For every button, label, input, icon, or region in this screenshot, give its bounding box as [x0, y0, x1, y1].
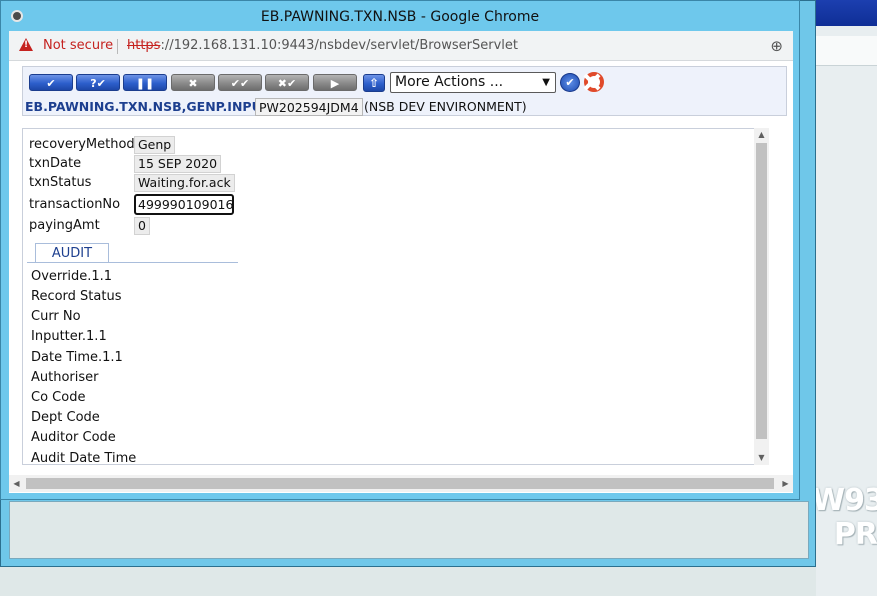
- audit-item-audit-date-time: Audit Date Time: [31, 451, 137, 465]
- reverse-button[interactable]: ✖✔: [265, 74, 309, 91]
- address-bar[interactable]: Not secure https://192.168.131.10:9443/n…: [9, 31, 793, 61]
- url-text[interactable]: https://192.168.131.10:9443/nsbdev/servl…: [127, 31, 518, 61]
- audit-item-curr-no: Curr No: [31, 309, 81, 324]
- arrow-up-icon: ⇧: [368, 76, 380, 90]
- validate-icon: ?✔: [90, 77, 106, 90]
- field-value-recovery-method: Genp: [134, 136, 176, 154]
- scroll-down-icon[interactable]: ▼: [754, 451, 769, 465]
- field-label-recovery-method: recoveryMethod: [29, 137, 135, 152]
- authorise-icon: ✔✔: [230, 77, 250, 90]
- hold-icon: ❚❚: [135, 77, 155, 90]
- scroll-thumb[interactable]: [756, 143, 767, 439]
- form-vertical-scrollbar[interactable]: ▲ ▼: [754, 128, 769, 465]
- scroll-right-icon[interactable]: ▶: [778, 475, 793, 492]
- more-actions-select[interactable]: More Actions ... ▼: [390, 72, 556, 93]
- audit-item-inputter: Inputter.1.1: [31, 329, 107, 344]
- field-value-txn-status: Waiting.for.ack: [134, 174, 235, 192]
- chrome-icon: [11, 10, 23, 22]
- check-icon: ✔: [565, 76, 575, 89]
- more-actions-value: More Actions ...: [395, 74, 504, 90]
- environment-label: (NSB DEV ENVIRONMENT): [364, 99, 527, 114]
- transaction-id[interactable]: PW202594JDM4: [255, 98, 363, 116]
- application-name: EB.PAWNING.TXN.NSB,GENP.INPUT: [25, 99, 271, 114]
- desktop-watermark: W93 PR: [812, 484, 877, 552]
- chevron-down-icon: ▼: [542, 77, 550, 88]
- hold-button[interactable]: ❚❚: [123, 74, 167, 91]
- url-scheme: https: [127, 38, 161, 53]
- return-up-button[interactable]: ⇧: [363, 74, 385, 92]
- help-lifebuoy-icon[interactable]: [584, 72, 604, 92]
- audit-item-auditor-code: Auditor Code: [31, 430, 116, 445]
- horizontal-scroll-thumb[interactable]: [26, 478, 774, 489]
- delete-button[interactable]: ✖: [171, 74, 215, 91]
- background-window-band: [816, 36, 877, 66]
- audit-item-record-status: Record Status: [31, 289, 122, 304]
- audit-item-date-time: Date Time.1.1: [31, 350, 123, 365]
- field-label-transaction-no: transactionNo: [29, 197, 121, 212]
- field-label-paying-amt: payingAmt: [29, 218, 100, 233]
- chrome-window: EB.PAWNING.TXN.NSB - Google Chrome Not s…: [0, 0, 800, 500]
- authorise-button[interactable]: ✔✔: [218, 74, 262, 91]
- next-button[interactable]: ▶: [313, 74, 357, 91]
- zoom-icon[interactable]: ⊕: [770, 31, 783, 61]
- url-path: ://192.168.131.10:9443/nsbdev/servlet/Br…: [160, 38, 518, 53]
- audit-item-override: Override.1.1: [31, 269, 113, 284]
- validate-button[interactable]: ?✔: [76, 74, 120, 91]
- audit-item-dept-code: Dept Code: [31, 410, 100, 425]
- scroll-up-icon[interactable]: ▲: [754, 128, 769, 142]
- check-icon: ✔: [46, 77, 56, 90]
- reverse-icon: ✖✔: [277, 77, 297, 90]
- t24-page: ✔ ?✔ ❚❚ ✖ ✔✔ ✖✔ ▶ ⇧ More Actions ... ▼ ✔…: [9, 61, 793, 493]
- scroll-left-icon[interactable]: ◀: [9, 475, 24, 492]
- tab-divider: [27, 262, 238, 263]
- field-label-txn-date: txnDate: [29, 156, 82, 171]
- window-title-bar[interactable]: EB.PAWNING.TXN.NSB - Google Chrome: [1, 1, 799, 31]
- field-label-txn-status: txnStatus: [29, 175, 92, 190]
- audit-item-co-code: Co Code: [31, 390, 86, 405]
- watermark-line-2: PR: [833, 517, 877, 552]
- command-toolbar: ✔ ?✔ ❚❚ ✖ ✔✔ ✖✔ ▶ ⇧ More Actions ... ▼ ✔…: [22, 66, 787, 116]
- security-label[interactable]: Not secure: [43, 31, 113, 61]
- transaction-no-input[interactable]: 499990109016: [134, 194, 234, 215]
- parent-window-content: [9, 501, 809, 559]
- browser-content: Not secure https://192.168.131.10:9443/n…: [9, 31, 793, 493]
- field-value-paying-amt: 0: [134, 217, 150, 235]
- audit-item-authoriser: Authoriser: [31, 370, 99, 385]
- address-divider: [117, 39, 118, 54]
- go-button[interactable]: ✔: [560, 73, 580, 92]
- field-value-txn-date: 15 SEP 2020: [134, 155, 222, 173]
- warning-icon: [19, 38, 33, 51]
- next-icon: ▶: [330, 77, 340, 90]
- record-form: recoveryMethod Genp txnDate 15 SEP 2020 …: [22, 128, 769, 465]
- commit-button[interactable]: ✔: [29, 74, 73, 91]
- page-horizontal-scrollbar[interactable]: ◀ ▶: [9, 475, 793, 492]
- window-title: EB.PAWNING.TXN.NSB - Google Chrome: [260, 9, 540, 25]
- tab-audit[interactable]: AUDIT: [35, 243, 109, 263]
- watermark-line-1: W93: [812, 483, 877, 518]
- delete-icon: ✖: [188, 77, 198, 90]
